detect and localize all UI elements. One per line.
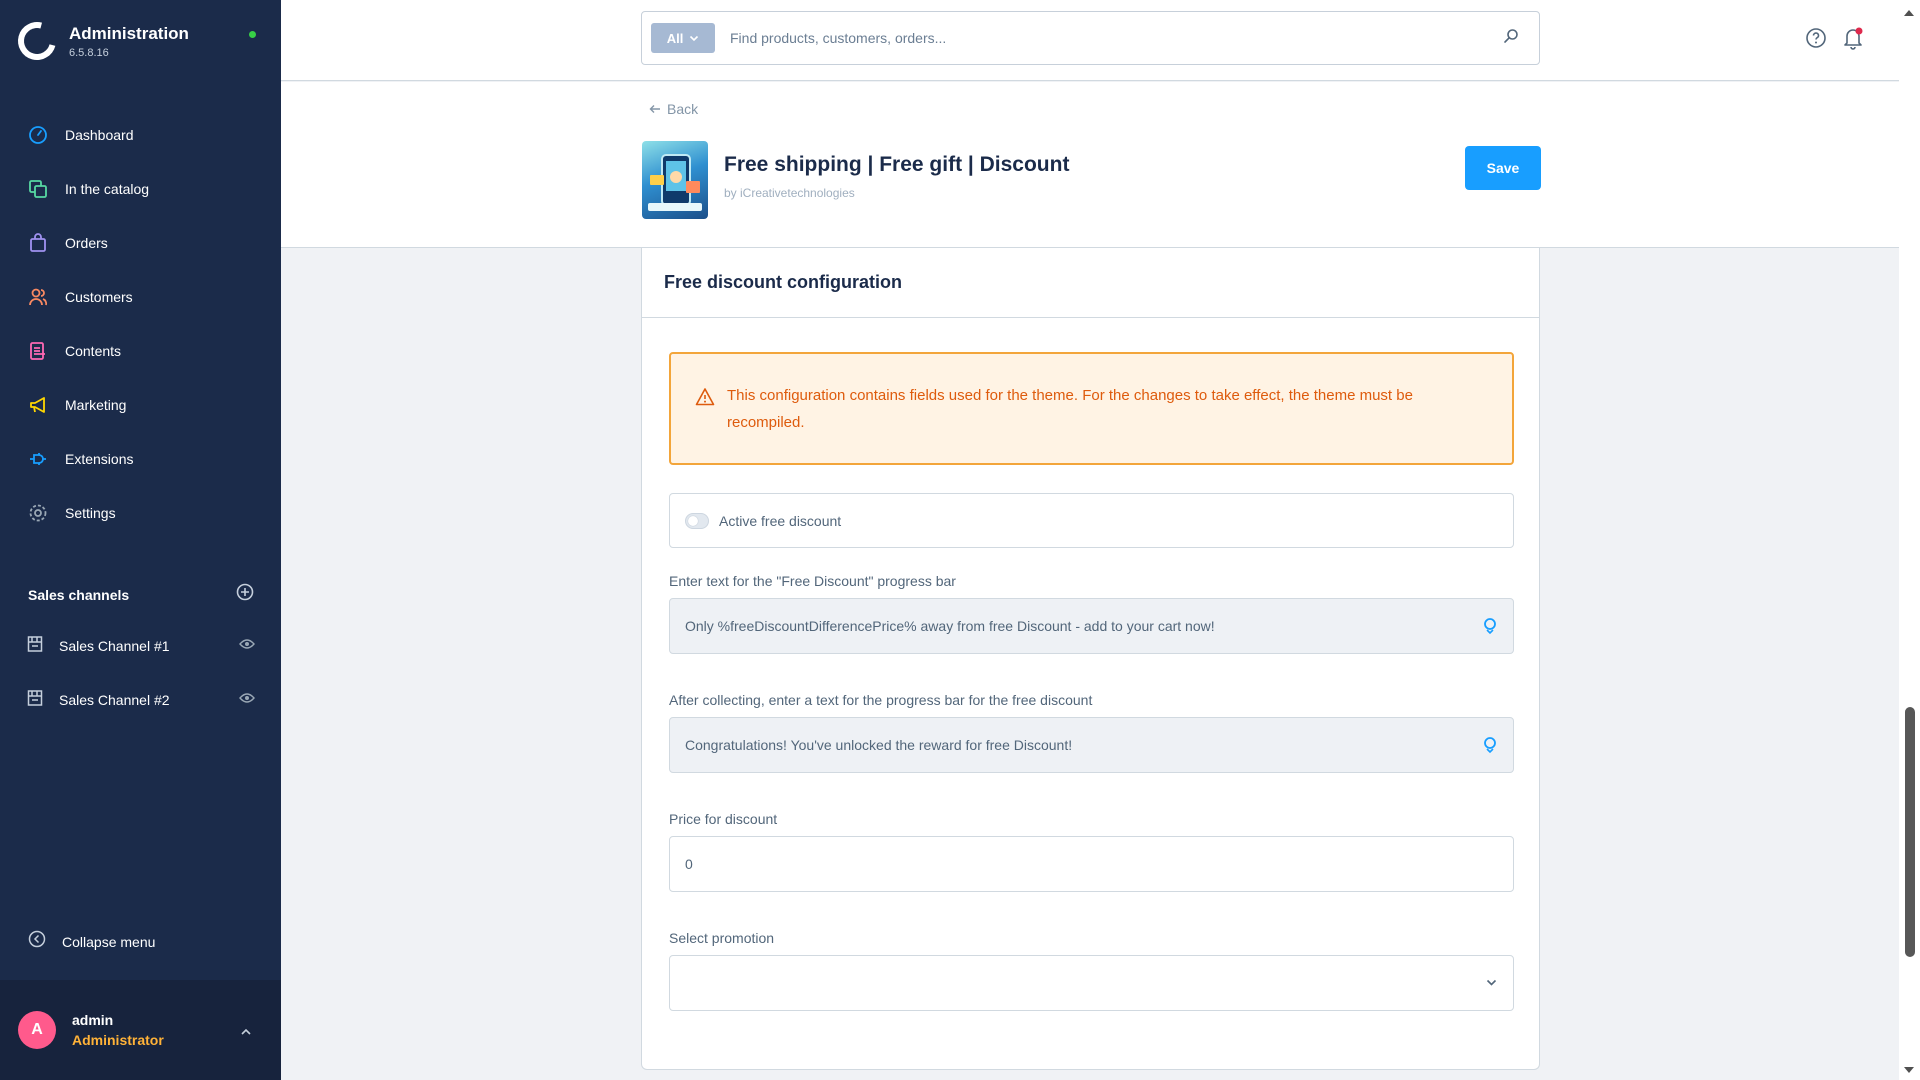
search-type-dropdown[interactable]: All: [651, 23, 715, 53]
page-header: Back Free shipping | Free gift | Discoun…: [281, 82, 1899, 248]
shopware-logo: [11, 15, 63, 67]
price-label: Price for discount: [669, 811, 778, 827]
save-button[interactable]: Save: [1465, 146, 1541, 190]
nav-label: Marketing: [65, 397, 127, 413]
nav-item-contents[interactable]: Contents: [0, 324, 281, 378]
chevron-up-icon[interactable]: [240, 1023, 252, 1041]
price-field: [669, 836, 1514, 892]
active-free-discount-row: Active free discount: [669, 493, 1514, 548]
chevron-down-icon: [1486, 979, 1497, 987]
nav-item-orders[interactable]: Orders: [0, 216, 281, 270]
marketing-megaphone-icon: [27, 394, 49, 416]
sales-channel-item[interactable]: Sales Channel #2: [27, 685, 255, 715]
main-nav: Dashboard In the catalog Orders Customer…: [0, 108, 281, 540]
top-bar: All: [281, 0, 1899, 81]
nav-label: Settings: [65, 505, 116, 521]
brand-title: Administration: [69, 23, 189, 43]
nav-label: Extensions: [65, 451, 134, 467]
theme-warning-alert: This configuration contains fields used …: [669, 352, 1514, 465]
user-menu[interactable]: A admin Administrator: [0, 980, 281, 1080]
storefront-icon: [27, 689, 43, 712]
version-label: 6.5.8.16: [69, 46, 109, 59]
promotion-select[interactable]: [669, 955, 1514, 1011]
user-name: admin: [72, 1012, 114, 1028]
collected-text-field: [669, 717, 1514, 773]
scrollbar-thumb[interactable]: [1905, 707, 1915, 957]
nav-item-extensions[interactable]: Extensions: [0, 432, 281, 486]
scroll-down-arrow-icon[interactable]: [1904, 1061, 1914, 1079]
scroll-up-arrow-icon[interactable]: [1904, 3, 1914, 21]
sales-channel-label: Sales Channel #1: [59, 638, 170, 654]
sales-channel-label: Sales Channel #2: [59, 692, 170, 708]
catalog-icon: [27, 178, 49, 200]
add-sales-channel-icon[interactable]: [236, 583, 254, 606]
avatar: A: [18, 1011, 56, 1049]
extensions-plug-icon: [27, 448, 49, 470]
online-status-dot: [249, 31, 256, 38]
brand: Administration 6.5.8.16: [11, 15, 189, 67]
search-input[interactable]: [730, 30, 1503, 46]
card-title: Free discount configuration: [664, 272, 903, 292]
help-icon[interactable]: [1805, 27, 1827, 54]
nav-item-catalog[interactable]: In the catalog: [0, 162, 281, 216]
progress-text-field: [669, 598, 1514, 654]
back-link[interactable]: Back: [649, 101, 698, 117]
toggle-label: Active free discount: [719, 512, 842, 529]
alert-message: This configuration contains fields used …: [727, 387, 1413, 431]
translation-globe-icon[interactable]: [1483, 736, 1497, 754]
sidebar: Administration 6.5.8.16 Dashboard In the…: [0, 0, 281, 1080]
sales-channels-title: Sales channels: [28, 586, 130, 603]
user-role: Administrator: [72, 1032, 164, 1048]
card-header: Free discount configuration: [642, 248, 1539, 318]
active-free-discount-switch[interactable]: [685, 512, 709, 529]
search-icon[interactable]: [1503, 28, 1519, 49]
progress-text-label: Enter text for the "Free Discount" progr…: [669, 573, 956, 589]
chevron-down-icon: [690, 35, 699, 41]
collapse-menu-button[interactable]: Collapse menu: [28, 930, 155, 953]
nav-label: Customers: [65, 289, 133, 305]
extension-thumbnail: [642, 141, 708, 219]
warning-triangle-icon: [695, 387, 715, 463]
dashboard-icon: [27, 124, 49, 146]
storefront-icon: [27, 635, 43, 658]
back-label: Back: [667, 101, 699, 117]
promotion-label: Select promotion: [669, 930, 775, 946]
nav-label: In the catalog: [65, 181, 150, 197]
nav-label: Contents: [65, 343, 122, 359]
settings-gear-icon: [27, 502, 49, 524]
sales-channel-item[interactable]: Sales Channel #1: [27, 631, 255, 661]
sales-channels-header: Sales channels: [28, 583, 254, 606]
price-input[interactable]: [685, 856, 1513, 872]
collapse-menu-label: Collapse menu: [62, 933, 156, 950]
progress-text-input[interactable]: [685, 618, 1483, 634]
notification-bell-icon[interactable]: [1841, 26, 1865, 55]
nav-label: Orders: [65, 235, 108, 251]
contents-icon: [27, 340, 49, 362]
nav-item-customers[interactable]: Customers: [0, 270, 281, 324]
collapse-arrow-icon: [28, 930, 46, 953]
nav-item-dashboard[interactable]: Dashboard: [0, 108, 281, 162]
nav-item-settings[interactable]: Settings: [0, 486, 281, 540]
config-card: Free discount configuration This configu…: [641, 248, 1540, 1070]
collected-text-input[interactable]: [685, 737, 1483, 753]
eye-icon[interactable]: [239, 691, 255, 709]
extension-title: Free shipping | Free gift | Discount: [724, 153, 1070, 176]
global-search: All: [641, 11, 1540, 65]
collected-text-label: After collecting, enter a text for the p…: [669, 692, 1093, 708]
nav-item-marketing[interactable]: Marketing: [0, 378, 281, 432]
eye-icon[interactable]: [239, 637, 255, 655]
arrow-left-icon: [649, 105, 660, 113]
extension-author: by iCreativetechnologies: [724, 186, 855, 200]
nav-label: Dashboard: [65, 127, 134, 143]
search-type-label: All: [666, 30, 684, 46]
orders-bag-icon: [27, 232, 49, 254]
customers-icon: [27, 286, 49, 308]
translation-globe-icon[interactable]: [1483, 617, 1497, 635]
